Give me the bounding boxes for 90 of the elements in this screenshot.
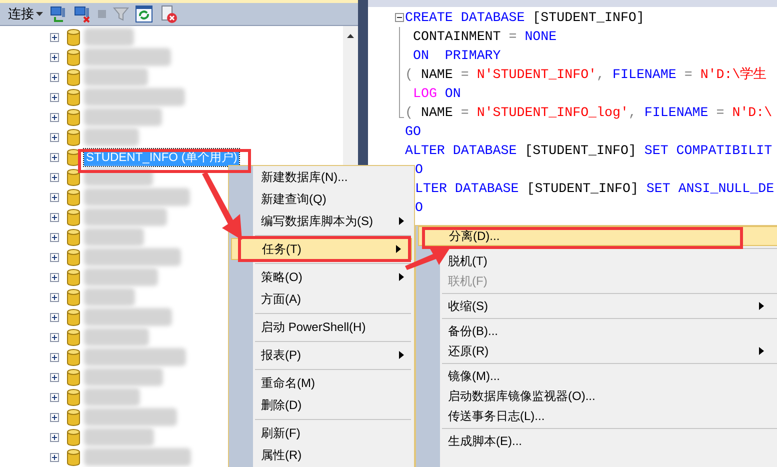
database-icon xyxy=(67,388,80,406)
menu-item[interactable]: 还原(R) xyxy=(440,341,777,361)
menu-item[interactable]: 启动 PowerShell(H) xyxy=(253,316,414,338)
code-line: O xyxy=(415,198,423,217)
database-icon xyxy=(67,108,80,126)
database-icon xyxy=(67,328,80,346)
database-icon xyxy=(67,228,80,246)
database-icon xyxy=(67,268,80,286)
menu-item[interactable]: 刷新(F) xyxy=(253,422,414,444)
expand-icon[interactable] xyxy=(50,372,59,382)
menu-item[interactable]: 备份(B)... xyxy=(440,321,777,341)
expand-icon[interactable] xyxy=(50,452,59,462)
menu-item[interactable]: 新建数据库(N)... xyxy=(253,166,414,188)
expand-icon[interactable] xyxy=(50,132,59,142)
expand-icon[interactable] xyxy=(50,232,59,242)
code-line: GO xyxy=(405,122,421,141)
menu-item[interactable]: 策略(O) xyxy=(253,266,414,288)
expand-icon[interactable] xyxy=(50,272,59,282)
expand-icon[interactable] xyxy=(50,172,59,182)
expand-icon[interactable] xyxy=(50,292,59,302)
code-line: CONTAINMENT = NONE xyxy=(412,28,557,46)
expand-icon[interactable] xyxy=(50,72,59,82)
code-line: LTER DATABASE [STUDENT_INFO] SET ANSI_NULL_DE xyxy=(415,180,774,198)
submenu-arrow-icon xyxy=(759,302,764,310)
menu-item[interactable]: 镜像(M)... xyxy=(440,366,777,386)
script-stop-icon[interactable] xyxy=(159,4,179,24)
code-line: ALTER DATABASE [STUDENT_INFO] SET COMPATIBILIT xyxy=(405,142,772,160)
database-icon xyxy=(67,428,80,446)
database-icon xyxy=(67,288,80,306)
expand-icon[interactable] xyxy=(50,192,59,202)
menu-item[interactable]: 删除(D) xyxy=(253,394,414,416)
expand-icon[interactable] xyxy=(50,432,59,442)
collapse-icon[interactable] xyxy=(395,13,404,22)
connect-icon[interactable] xyxy=(49,4,67,23)
menu-item[interactable]: 属性(R) xyxy=(253,444,414,466)
code-line: LOG ON xyxy=(412,84,461,103)
expand-icon[interactable] xyxy=(50,52,59,62)
expand-icon[interactable] xyxy=(50,92,59,102)
database-icon xyxy=(67,28,80,46)
menu-item[interactable]: 编写数据库脚本为(S) xyxy=(253,210,414,232)
code-line: ON PRIMARY xyxy=(412,46,501,65)
expand-icon[interactable] xyxy=(50,212,59,222)
database-icon xyxy=(67,308,80,326)
submenu-arrow-icon xyxy=(399,217,404,225)
expand-icon[interactable] xyxy=(50,252,59,262)
submenu-arrow-icon xyxy=(399,273,404,281)
caret-icon xyxy=(36,12,43,16)
database-icon xyxy=(67,88,80,106)
expand-icon[interactable] xyxy=(50,112,59,122)
code-line: O xyxy=(415,160,423,179)
submenu-arrow-icon xyxy=(399,351,404,359)
database-icon xyxy=(67,48,80,66)
menu-item[interactable]: 收缩(S) xyxy=(440,296,777,316)
menu-item[interactable]: 传送事务日志(L)... xyxy=(440,406,777,426)
menu-item[interactable]: 生成脚本(E)... xyxy=(440,431,777,451)
database-icon xyxy=(67,408,80,426)
code-line: ( NAME = N'STUDENT_INFO_log', FILENAME = N'D:\ xyxy=(405,104,772,122)
database-icon xyxy=(67,348,80,366)
refresh-icon[interactable] xyxy=(135,4,153,23)
database-icon xyxy=(67,68,80,86)
database-icon xyxy=(67,208,80,226)
menu-item[interactable]: 重命名(M) xyxy=(253,372,414,394)
expand-icon[interactable] xyxy=(50,392,59,402)
expand-icon[interactable] xyxy=(50,332,59,342)
disconnect-icon[interactable] xyxy=(73,4,91,23)
expand-icon[interactable] xyxy=(50,352,59,362)
scroll-up-icon[interactable] xyxy=(347,34,354,38)
database-icon xyxy=(67,168,80,186)
menu-item[interactable]: 新建查询(Q) xyxy=(253,188,414,210)
menu-item[interactable]: 启动数据库镜像监视器(O)... xyxy=(440,386,777,406)
database-icon xyxy=(67,128,80,146)
expand-icon[interactable] xyxy=(50,152,59,162)
database-icon xyxy=(67,148,80,166)
menu-item[interactable]: 报表(P) xyxy=(253,344,414,366)
submenu-arrow-icon xyxy=(396,245,401,253)
menu-item[interactable]: 脱机(T) xyxy=(440,251,777,271)
code-line: CREATE DATABASE [STUDENT_INFO] xyxy=(405,8,644,27)
database-icon xyxy=(67,248,80,266)
submenu-arrow-icon xyxy=(759,347,764,355)
annotation-arrow xyxy=(405,247,450,270)
expand-icon[interactable] xyxy=(50,312,59,322)
database-icon xyxy=(67,188,80,206)
database-icon xyxy=(67,368,80,386)
connect-button[interactable]: 连接 xyxy=(8,4,43,24)
annotation-arrow xyxy=(202,172,242,240)
code-line: ( NAME = N'STUDENT_INFO', FILENAME = N'D:\学生 xyxy=(405,66,766,84)
expand-icon[interactable] xyxy=(50,32,59,42)
database-icon xyxy=(67,448,80,466)
expand-icon[interactable] xyxy=(50,412,59,422)
menu-item[interactable]: 方面(A) xyxy=(253,288,414,310)
